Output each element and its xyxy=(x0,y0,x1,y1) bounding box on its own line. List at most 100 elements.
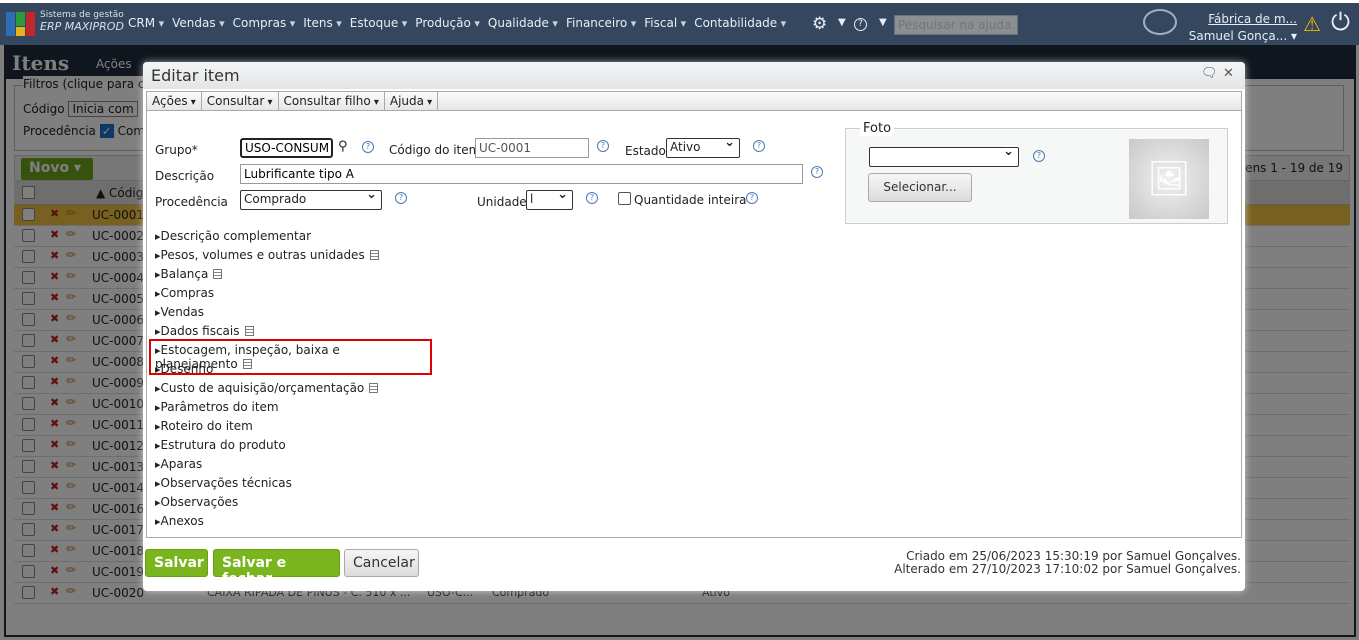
section-toggle[interactable]: Observações técnicas xyxy=(155,476,292,490)
power-icon[interactable]: ⏻ xyxy=(1331,8,1350,36)
toolbar-menu[interactable]: Consultar xyxy=(202,92,279,110)
document-icon xyxy=(369,383,379,393)
section-label: Anexos xyxy=(160,514,204,528)
logo[interactable] xyxy=(6,12,36,36)
company-link[interactable]: Fábrica de m... xyxy=(1208,12,1297,26)
dialog-content: Grupo* ⚲ ? Código do item ? Estado Ativo… xyxy=(146,111,1242,538)
menu-item[interactable]: Financeiro xyxy=(566,16,636,30)
menu-item[interactable]: Qualidade xyxy=(488,16,558,30)
help-icon[interactable]: ? xyxy=(811,166,823,178)
menu-item[interactable]: Vendas xyxy=(172,16,225,30)
section-label: Balança xyxy=(160,267,209,281)
chevron-down-icon[interactable]: ▼ xyxy=(838,17,846,28)
section-label: Dados fiscais xyxy=(160,324,240,338)
select-photo-button[interactable]: Selecionar... xyxy=(868,173,972,202)
section-label: Roteiro do item xyxy=(160,419,253,433)
brand: Sistema de gestão ERP MAXIPROD xyxy=(40,10,124,34)
section-toggle[interactable]: Vendas xyxy=(155,305,205,319)
photo-legend: Foto xyxy=(860,121,895,136)
image-placeholder-icon: 🖼 xyxy=(1129,139,1209,219)
toolbar-menu[interactable]: Ajuda xyxy=(385,92,439,110)
help-icon[interactable]: ? xyxy=(362,141,374,153)
section-toggle[interactable]: Anexos xyxy=(155,514,204,528)
section-toggle[interactable]: Observações xyxy=(155,495,239,509)
state-value: Ativo xyxy=(670,140,701,154)
chevron-down-icon[interactable]: ▼ xyxy=(879,17,887,28)
help-icon[interactable]: ? xyxy=(854,18,867,31)
dialog-title: Editar item xyxy=(151,66,240,85)
user-menu[interactable]: Samuel Gonça... ▾ xyxy=(1189,28,1297,45)
menu-item[interactable]: Produção xyxy=(415,16,480,30)
menu-item[interactable]: Fiscal xyxy=(644,16,686,30)
edit-item-dialog: Editar item 🗨 ✕ AçõesConsultarConsultar … xyxy=(143,62,1245,591)
audit-info: Criado em 25/06/2023 15:30:19 por Samuel… xyxy=(894,550,1241,576)
desc-label: Descrição xyxy=(155,169,215,183)
section-toggle[interactable]: Compras xyxy=(155,286,215,300)
help-icon[interactable]: ? xyxy=(1033,150,1045,162)
cancel-button[interactable]: Cancelar xyxy=(344,549,419,577)
section-toggle[interactable]: Roteiro do item xyxy=(155,419,253,433)
proc-label: Procedência xyxy=(155,195,228,209)
state-label: Estado xyxy=(625,144,666,158)
section-label: Aparas xyxy=(160,457,203,471)
menu-item[interactable]: Estoque xyxy=(350,16,408,30)
code-label: Código do item xyxy=(389,143,481,157)
save-button[interactable]: Salvar xyxy=(145,549,208,577)
unit-label: Unidade xyxy=(477,195,527,209)
user-name: Samuel Gonça... xyxy=(1188,29,1288,43)
top-navbar: Sistema de gestãoERP MAXIPROD CRM Vendas C… xyxy=(0,0,1359,45)
toolbar-menu[interactable]: Consultar filho xyxy=(279,92,385,110)
section-toggle[interactable]: Balança xyxy=(155,267,223,281)
dialog-toolbar: AçõesConsultarConsultar filhoAjuda xyxy=(146,91,1242,111)
code-input[interactable] xyxy=(475,138,589,158)
menu-item[interactable]: Contabilidade xyxy=(694,16,786,30)
photo-panel: Foto ? Selecionar... 🖼 xyxy=(845,121,1228,224)
save-close-button[interactable]: Salvar e fechar xyxy=(213,549,340,587)
help-icon[interactable]: ? xyxy=(753,140,765,152)
help-icon[interactable]: ? xyxy=(746,192,758,204)
close-icon[interactable]: ✕ xyxy=(1223,66,1234,81)
section-toggle[interactable]: Estrutura do produto xyxy=(155,438,286,452)
section-toggle[interactable]: Aparas xyxy=(155,457,203,471)
section-label: Pesos, volumes e outras unidades xyxy=(160,248,365,262)
section-label: Vendas xyxy=(160,305,205,319)
help-search-input[interactable] xyxy=(894,15,1018,35)
document-icon xyxy=(242,359,252,369)
section-toggle[interactable]: Pesos, volumes e outras unidades xyxy=(155,248,379,262)
integer-qty-checkbox[interactable] xyxy=(618,192,631,205)
section-toggle[interactable]: Dados fiscais xyxy=(155,324,254,338)
warning-icon[interactable]: ⚠ xyxy=(1303,12,1321,36)
help-icon[interactable]: ? xyxy=(395,192,407,204)
section-label: Compras xyxy=(160,286,215,300)
section-label: Descrição complementar xyxy=(160,229,312,243)
chat-icon[interactable] xyxy=(1143,9,1177,35)
toolbar-menu[interactable]: Ações xyxy=(147,92,202,110)
section-label: Observações xyxy=(160,495,239,509)
group-input[interactable] xyxy=(240,138,333,158)
menu-item[interactable]: Itens xyxy=(303,16,342,30)
menu-item[interactable]: Compras xyxy=(233,16,296,30)
section-label: Desenho xyxy=(160,362,214,376)
section-toggle[interactable]: Desenho xyxy=(155,362,214,376)
section-toggle[interactable]: Parâmetros do item xyxy=(155,400,279,414)
photo-select[interactable] xyxy=(869,144,1019,167)
procedence-select[interactable]: Comprado xyxy=(240,187,382,210)
section-label: Observações técnicas xyxy=(160,476,292,490)
section-label: Custo de aquisição/orçamentação xyxy=(160,381,365,395)
help-icon[interactable]: ? xyxy=(586,192,598,204)
chat-icon[interactable]: 🗨 xyxy=(1201,66,1218,81)
section-toggle[interactable]: Custo de aquisição/orçamentação xyxy=(155,381,379,395)
menu-item[interactable]: CRM xyxy=(128,16,164,30)
document-icon xyxy=(369,250,379,260)
gear-icon[interactable]: ⚙ xyxy=(812,14,827,34)
help-icon[interactable]: ? xyxy=(597,140,609,152)
unit-select[interactable]: l xyxy=(526,187,573,210)
user-info: Fábrica de m... Samuel Gonça... ▾ xyxy=(1189,11,1297,45)
description-input[interactable] xyxy=(240,164,803,184)
document-icon xyxy=(213,269,223,279)
section-label: Parâmetros do item xyxy=(160,400,279,414)
state-select[interactable]: Ativo xyxy=(666,135,740,158)
unit-value: l xyxy=(530,192,534,206)
section-toggle[interactable]: Descrição complementar xyxy=(155,229,311,243)
search-icon[interactable]: ⚲ xyxy=(338,139,348,154)
